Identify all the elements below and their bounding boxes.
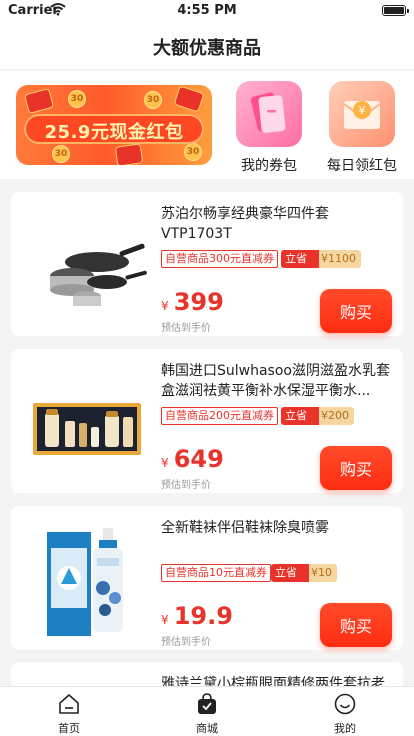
coin-icon: 30 xyxy=(52,145,70,163)
tab-label: 商城 xyxy=(196,722,218,735)
save-amount: ¥1100 xyxy=(321,252,356,265)
price-value: 19.9 xyxy=(173,602,233,630)
coin-icon: 30 xyxy=(144,91,162,109)
product-card[interactable]: 苏泊尔畅享经典豪华四件套VTP1703T 自营商品300元直减券 立省 ¥1100… xyxy=(11,192,403,336)
save-badge: 立省 ¥10 xyxy=(271,564,337,582)
shortcut-label: 我的券包 xyxy=(241,158,297,174)
product-name: 全新鞋袜伴侣鞋袜除臭喷雾 xyxy=(161,520,329,536)
save-amount: ¥200 xyxy=(321,409,349,422)
red-packet-icon: ¥ xyxy=(329,81,395,147)
tab-label: 首页 xyxy=(58,722,80,735)
red-envelope-icon xyxy=(114,143,144,165)
promo-row: 30 30 30 30 25.9元现金红包 我的券包 ¥ 每日领红包 xyxy=(0,71,414,179)
deodorant-spray-image xyxy=(27,518,147,638)
currency-symbol: ¥ xyxy=(161,456,169,470)
tab-home[interactable]: 首页 xyxy=(34,687,104,736)
buy-button[interactable]: 购买 xyxy=(320,446,392,490)
save-badge: 立省 ¥1100 xyxy=(281,250,361,268)
tab-mall[interactable]: 商城 xyxy=(172,687,242,736)
save-badge: 立省 ¥200 xyxy=(281,407,354,425)
save-tag: 立省 xyxy=(281,250,319,268)
tab-mine[interactable]: 我的 xyxy=(310,687,380,736)
cookware-set-image xyxy=(27,204,147,324)
smiley-icon xyxy=(334,693,356,715)
cash-red-packet-banner[interactable]: 30 30 30 30 25.9元现金红包 xyxy=(16,85,212,165)
tab-label: 我的 xyxy=(334,722,356,735)
save-tag: 立省 xyxy=(271,564,309,582)
coupon-tag: 自营商品200元直减券 xyxy=(161,407,278,425)
estimated-price-label: 预估到手价 xyxy=(161,323,211,334)
coupon-wallet-icon xyxy=(236,81,302,147)
nav-bar: 大额优惠商品 xyxy=(0,22,414,70)
status-bar: Carrier 4:55 PM xyxy=(0,0,414,22)
currency-symbol: ¥ xyxy=(161,299,169,313)
estimated-price-label: 预估到手价 xyxy=(161,637,211,648)
red-envelope-icon xyxy=(173,85,205,113)
price-value: 649 xyxy=(173,445,224,473)
coupon-tag: 自营商品300元直减券 xyxy=(161,250,278,268)
home-icon xyxy=(58,693,80,715)
product-name: 韩国进口Sulwhasoo滋阴滋盈水乳套盒滋润祛黄平衡补水保湿平衡水... xyxy=(161,363,390,399)
product-price: ¥ 649 xyxy=(161,445,224,473)
save-amount: ¥10 xyxy=(311,566,332,579)
estimated-price-label: 预估到手价 xyxy=(161,480,211,491)
svg-text:¥: ¥ xyxy=(359,104,366,117)
buy-button[interactable]: 购买 xyxy=(320,289,392,333)
coin-icon: 30 xyxy=(184,143,202,161)
red-envelope-icon xyxy=(23,87,55,115)
daily-red-packet-shortcut[interactable]: ¥ 每日领红包 xyxy=(322,81,402,177)
currency-symbol: ¥ xyxy=(161,613,169,627)
page-title: 大额优惠商品 xyxy=(153,38,261,59)
product-price: ¥ 19.9 xyxy=(161,602,233,630)
buy-button[interactable]: 购买 xyxy=(320,603,392,647)
save-tag: 立省 xyxy=(281,407,319,425)
banner-text: 25.9元现金红包 xyxy=(44,122,184,143)
product-name: 苏泊尔畅享经典豪华四件套VTP1703T xyxy=(161,206,329,242)
product-price: ¥ 399 xyxy=(161,288,224,316)
battery-icon xyxy=(382,5,409,16)
coupon-tag: 自营商品10元直减券 xyxy=(161,564,271,582)
my-coupon-wallet-shortcut[interactable]: 我的券包 xyxy=(229,81,309,177)
product-card[interactable]: 韩国进口Sulwhasoo滋阴滋盈水乳套盒滋润祛黄平衡补水保湿平衡水... 自营… xyxy=(11,349,403,493)
shopping-bag-icon xyxy=(196,693,218,715)
clock: 4:55 PM xyxy=(177,3,237,18)
price-value: 399 xyxy=(173,288,224,316)
shortcut-label: 每日领红包 xyxy=(327,158,397,174)
coin-icon: 30 xyxy=(68,90,86,108)
product-card[interactable]: 全新鞋袜伴侣鞋袜除臭喷雾 自营商品10元直减券 立省 ¥10 ¥ 19.9 预估到… xyxy=(11,506,403,650)
skincare-gift-box-image xyxy=(27,361,147,481)
tab-bar: 首页 商城 我的 xyxy=(0,686,414,736)
